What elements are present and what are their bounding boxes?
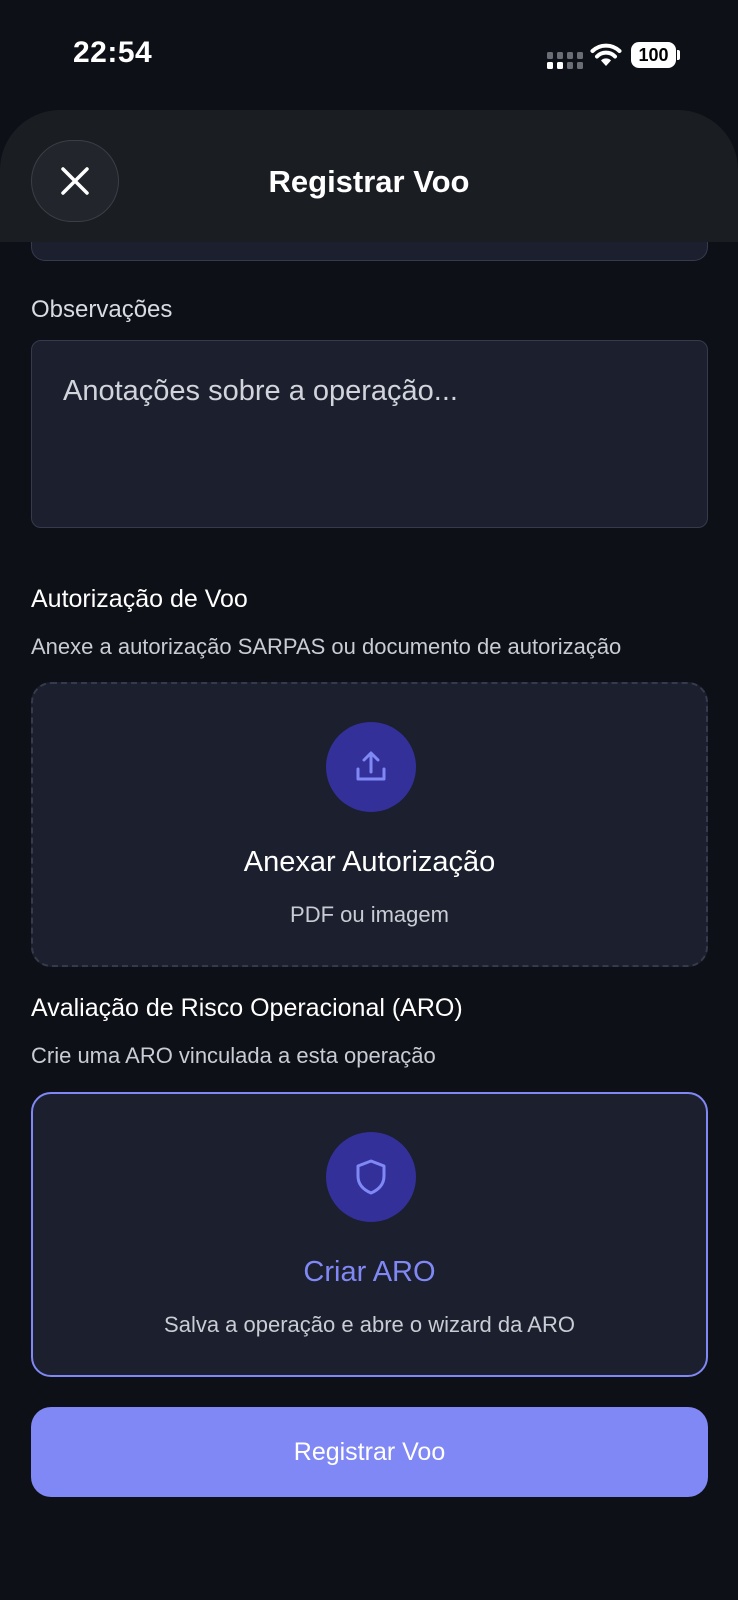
shield-icon-circle (326, 1132, 416, 1222)
wifi-icon (590, 43, 622, 66)
sheet-header: Registrar Voo (0, 110, 738, 242)
upload-icon (356, 751, 386, 781)
observations-label: Observações (31, 296, 173, 323)
battery-icon: 100 (631, 42, 681, 68)
attach-authorization-title: Anexar Autorização (243, 846, 496, 878)
battery-tip (677, 50, 680, 60)
status-bar: 22:54 100 (0, 0, 738, 110)
authorization-title: Autorização de Voo (31, 585, 248, 613)
register-flight-button[interactable]: Registrar Voo (31, 1407, 708, 1497)
signal-icon (547, 52, 583, 69)
attach-authorization-subtitle: PDF ou imagem (290, 902, 449, 927)
create-aro-subtitle: Salva a operação e abre o wizard da ARO (164, 1312, 575, 1337)
authorization-description: Anexe a autorização SARPAS ou documento … (31, 634, 622, 659)
status-time: 22:54 (73, 36, 153, 69)
shield-icon (356, 1159, 386, 1195)
register-flight-screen: 22:54 100 Registrar Voo Observações Anot… (0, 0, 738, 1600)
create-aro-title: Criar ARO (303, 1256, 436, 1288)
aro-description: Crie uma ARO vinculada a esta operação (31, 1043, 436, 1068)
observations-input[interactable] (31, 340, 708, 528)
upload-icon-circle (326, 722, 416, 812)
create-aro-button[interactable]: Criar ARO Salva a operação e abre o wiza… (31, 1092, 708, 1377)
aro-title: Avaliação de Risco Operacional (ARO) (31, 994, 463, 1022)
battery-level: 100 (631, 42, 676, 68)
attach-authorization-button[interactable]: Anexar Autorização PDF ou imagem (31, 682, 708, 967)
page-title: Registrar Voo (268, 164, 470, 199)
